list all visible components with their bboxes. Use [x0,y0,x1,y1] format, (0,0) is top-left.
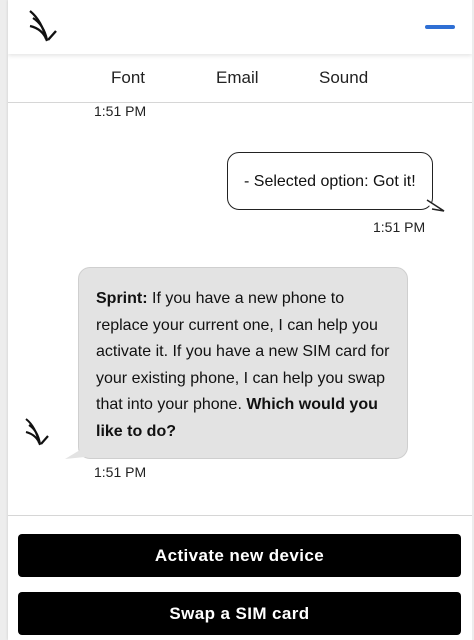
menu-line-icon[interactable] [425,25,455,29]
bot-message-bubble: Sprint: If you have a new phone to repla… [78,267,408,459]
settings-tabs: Font Email Sound [8,54,472,103]
bubble-tail-icon [65,447,85,459]
sprint-avatar-icon [25,418,49,446]
message-timestamp: 1:51 PM [94,464,147,480]
activate-new-device-button[interactable]: Activate new device [18,534,461,577]
header [8,0,472,54]
tab-font[interactable]: Font [111,68,145,88]
sprint-logo-icon [29,10,57,42]
bot-message-text: If you have a new phone to replace your … [96,290,390,413]
message-timestamp: 1:51 PM [373,219,426,235]
chat-transcript[interactable]: 1:51 PM - Selected option: Got it! 1:51 … [8,103,472,515]
quick-reply-actions: Activate new device Swap a SIM card [8,515,472,640]
bubble-tail-icon [426,199,445,212]
tab-sound[interactable]: Sound [319,68,368,88]
bot-sender-name: Sprint: [96,290,148,307]
chat-panel: Font Email Sound 1:51 PM - Selected opti… [8,0,472,640]
user-message-text: - Selected option: Got it! [244,173,416,190]
message-timestamp: 1:51 PM [94,103,147,119]
tab-email[interactable]: Email [216,68,259,88]
swap-sim-card-button[interactable]: Swap a SIM card [18,592,461,635]
user-message-bubble: - Selected option: Got it! [227,152,433,210]
